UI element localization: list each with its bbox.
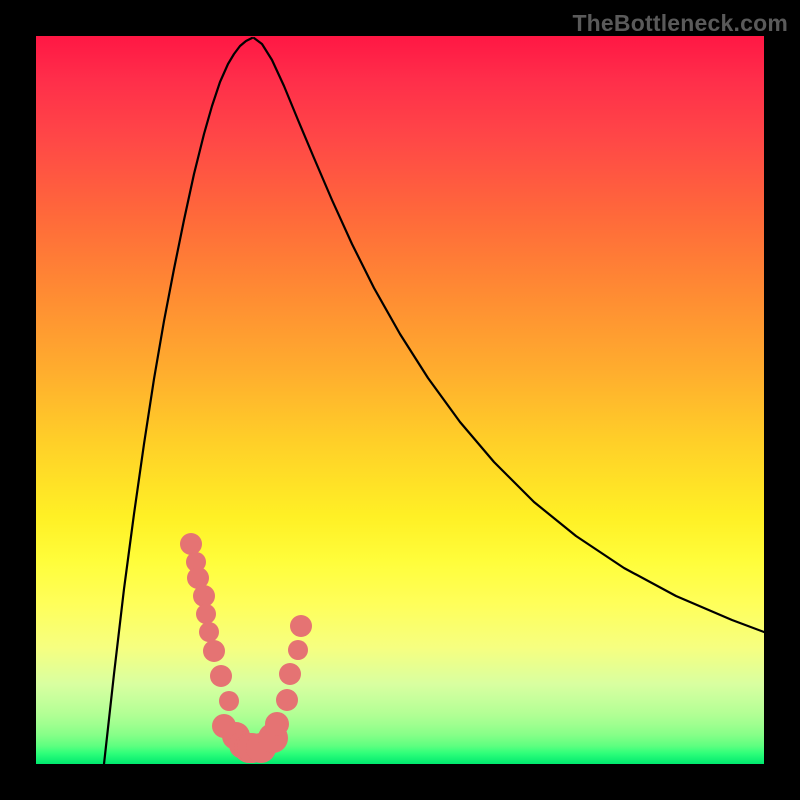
cluster-dot [203,640,225,662]
cluster-dot [265,712,289,736]
chart-frame: TheBottleneck.com [0,0,800,800]
cluster-dot [219,691,239,711]
cluster-dot [290,615,312,637]
cluster-dot [276,689,298,711]
left-curve [104,38,252,764]
chart-svg [36,36,764,764]
cluster-dot [210,665,232,687]
watermark-text: TheBottleneck.com [572,10,788,37]
cluster-dot [279,663,301,685]
cluster-dot [193,585,215,607]
cluster-dot [196,604,216,624]
right-curve [254,38,764,632]
cluster-dot [288,640,308,660]
cluster-dot [199,622,219,642]
cluster-dot [180,533,202,555]
cluster-dots [180,533,312,763]
